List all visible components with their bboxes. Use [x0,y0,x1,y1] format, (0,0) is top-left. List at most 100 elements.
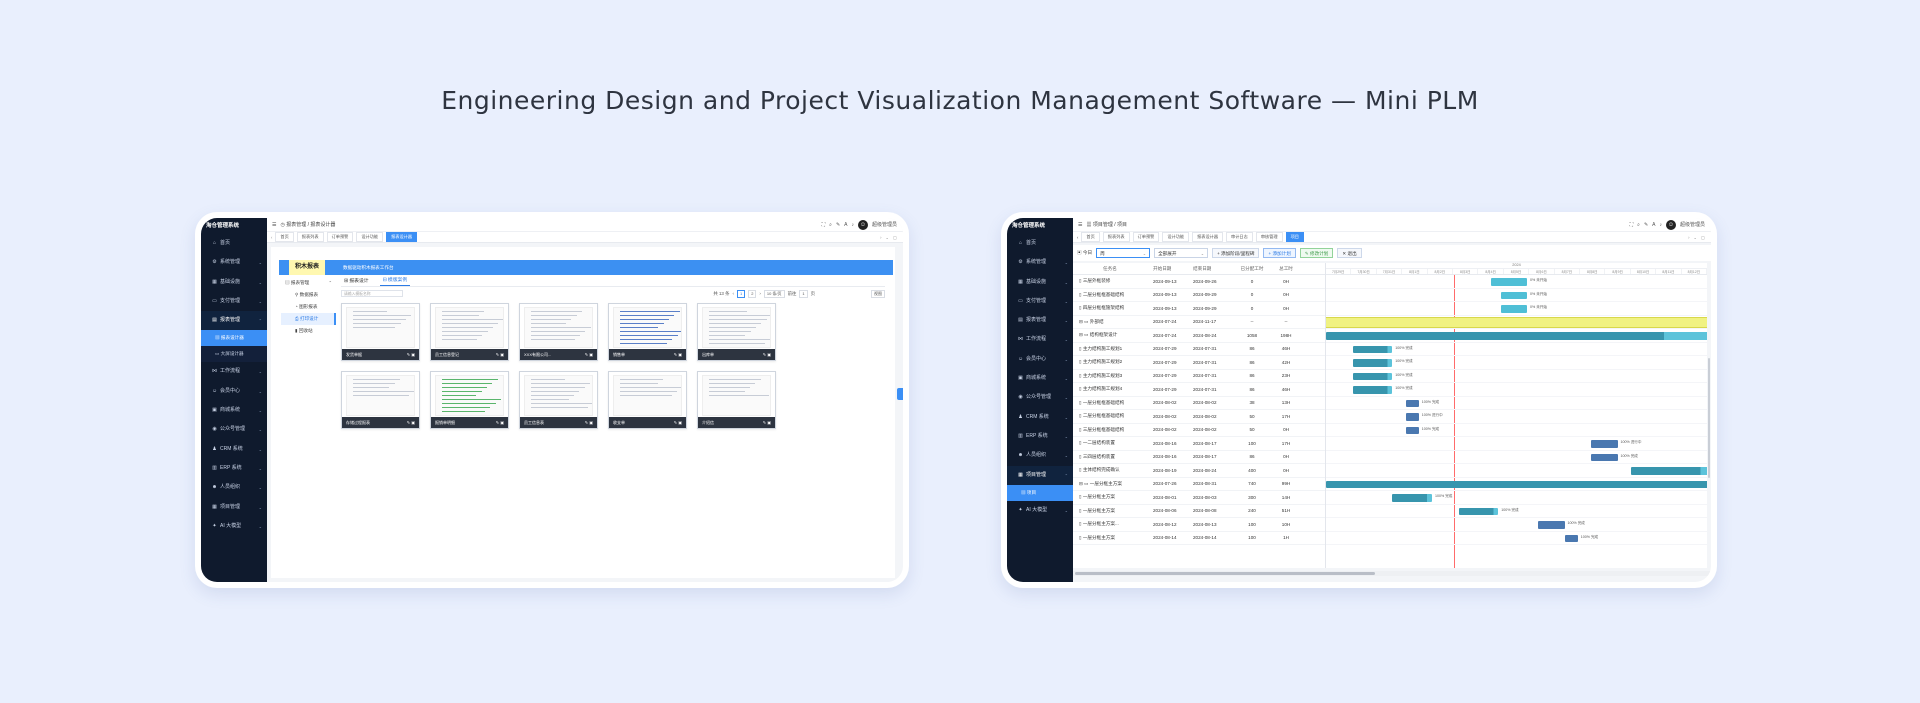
sidebar-item-5-erp[interactable]: ▥ ERP 系统 ⌄ [201,459,267,478]
task-bar[interactable] [1501,305,1527,313]
template-card[interactable]: 员工信息登记 ✎ ▣ [430,303,509,361]
tree-item-chart-report[interactable]: ◔ 图形报表 [281,301,336,313]
tab-report-designer[interactable]: 报表设计器 [386,232,418,242]
add-plan-button[interactable]: + 添加计划 [1263,248,1296,258]
template-actions-icon[interactable]: ✎ ▣ [674,417,682,428]
tab-refresh-icon[interactable]: ▢ [893,235,897,240]
avatar[interactable]: ☺ [857,219,868,230]
exit-button[interactable]: ✕ 退出 [1337,248,1362,258]
sidebar-item-7-shop[interactable]: ▣ 商城系统 ⌄ [1007,369,1073,388]
sidebar-item-8-wechat[interactable]: ◉ 公众号管理 ⌄ [1007,388,1073,407]
task-bar[interactable] [1326,480,1707,488]
task-tree-icon[interactable]: ⊟ ▭ [1079,332,1090,337]
tree-item-data-report[interactable]: ⚲ 数据报表 [281,289,336,301]
sidebar-item-3-card[interactable]: ▭ 支付管理 ⌄ [1007,292,1073,311]
template-card[interactable]: XXX有限公司... ✎ ▣ [519,303,598,361]
task-bar[interactable] [1630,467,1707,475]
page-1[interactable]: 1 [736,289,746,298]
col-total-hours[interactable]: 总工时 [1271,266,1301,272]
sidebar-item-3-wechat[interactable]: ◉ 公众号管理 ⌄ [201,420,267,439]
fullscreen-icon[interactable]: ⛶ [1630,222,1634,228]
tab-template-cases[interactable]: ⊟ 模版案例 [379,276,411,286]
sidebar-subitem-report-designer[interactable]: ▦ 报表设计器 [201,330,267,347]
sidebar-item-2-grid[interactable]: ▦ 基础设施 ⌄ [201,273,267,292]
sidebar-item-10-erp[interactable]: ▥ ERP 系统 ⌄ [1007,427,1073,446]
template-actions-icon[interactable]: ✎ ▣ [496,417,504,428]
tab-order-alert[interactable]: 订单预警 [326,232,354,242]
tab-report-list[interactable]: 报表列表 [296,232,324,242]
bell-icon[interactable]: ♪ [1659,222,1662,228]
task-row[interactable]: ▯ 主力结构施工规划3 2024-07-29 2024-07-31 86 23H [1073,370,1325,383]
task-row[interactable]: ▯ 一层分框主方案 2024-08-01 2024-08-03 300 14H [1073,491,1325,505]
tab-home[interactable]: 首页 [275,232,294,242]
task-bar[interactable] [1405,426,1419,434]
tab-menu-icon[interactable]: ⌄ [1694,235,1698,240]
col-start-date[interactable]: 开始日期 [1153,266,1193,272]
col-assigned-hours[interactable]: 已分配工时 [1233,266,1271,272]
tab-7[interactable]: 项目 [1285,232,1304,242]
github-icon[interactable]: ✎ [1644,222,1648,228]
goto-input[interactable]: 1 [799,289,808,298]
tab-2[interactable]: 订单预警 [1132,232,1160,242]
horizontal-scrollbar[interactable] [1073,571,1711,576]
task-tree-icon[interactable]: ⊟ ▭ [1079,481,1090,486]
task-row[interactable]: ▯ 三四层结构装置 2024-08-16 2024-08-17 86 0H [1073,451,1325,464]
template-actions-icon[interactable]: ✎ ▣ [407,417,415,428]
tab-3[interactable]: 设计功能 [1162,232,1190,242]
template-card[interactable]: 报销单明细 ✎ ▣ [430,371,509,429]
sidebar-item-11-people[interactable]: ☻ 人员组织 ⌄ [1007,446,1073,465]
page-size-select[interactable]: 10 条/页 [763,289,785,298]
sidebar-subitem-project[interactable]: ▦ 项目 [1007,484,1073,501]
prev-page-icon[interactable]: ‹ [732,291,733,296]
sidebar-subitem-screen-designer[interactable]: ▭ 大屏设计器 [201,346,267,363]
sidebar-item-1-user[interactable]: ☺ 会员中心 ⌄ [201,382,267,401]
template-card[interactable]: 销售单 ✎ ▣ [608,303,687,361]
tab-6[interactable]: 审核管理 [1255,232,1283,242]
template-actions-icon[interactable]: ✎ ▣ [763,417,771,428]
template-card[interactable]: 存储过程报表 ✎ ▣ [341,371,420,429]
sidebar-item-2-grid[interactable]: ▦ 基础设施 ⌄ [1007,273,1073,292]
task-row[interactable]: ▯ 主力结构施工规划2 2024-07-29 2024-07-31 86 42H [1073,356,1325,370]
time-scale-select[interactable]: 周 ⌄ [1096,248,1151,258]
task-row[interactable]: ▯ 一层分框框基础结构 2024-08-02 2024-08-02 38 13H [1073,397,1325,410]
update-plan-button[interactable]: ✎ 修改计划 [1299,248,1334,258]
tab-1[interactable]: 报表列表 [1102,232,1130,242]
tree-item-print-design[interactable]: ⎙ 打印设计 [281,313,336,325]
template-search-input[interactable]: 请输入模板名称 [341,290,403,297]
sidebar-item-7-project[interactable]: ▦ 项目管理 ⌄ [201,498,267,517]
translate-icon[interactable]: A [1652,222,1655,228]
sidebar-item-9-crm[interactable]: ♟ CRM 系统 ⌄ [1007,408,1073,427]
tab-design[interactable]: 设计功能 [356,232,384,242]
task-row[interactable]: ▯ 三层外框装修 2024-09-13 2024-09-26 0 0H [1073,275,1325,289]
task-bar[interactable] [1352,345,1393,353]
tab-refresh-icon[interactable]: ▢ [1701,235,1705,240]
template-actions-icon[interactable]: ✎ ▣ [763,349,771,360]
task-row[interactable]: ▯ 一二层结构装置 2024-08-16 2024-08-17 100 17H [1073,437,1325,451]
template-actions-icon[interactable]: ✎ ▣ [407,349,415,360]
tree-item-recycle-bin[interactable]: ▮ 回收站 [281,325,336,337]
sidebar-item-12-project[interactable]: ▦ 项目管理 ⌃ [1007,465,1073,485]
menu-toggle-icon[interactable]: ☰ [1078,222,1082,228]
task-row[interactable]: ▯ 主力结构施工规划4 2024-07-29 2024-07-31 86 46H [1073,383,1325,397]
task-row[interactable]: ▯ 二层分框框基础结构 2024-08-02 2024-08-02 50 17H [1073,410,1325,424]
task-row[interactable]: ▯ 一层分框主方案... 2024-08-12 2024-08-13 100 10H [1073,518,1325,532]
sidebar-item-1-gear[interactable]: ⚙ 系统管理 ⌄ [1007,253,1073,272]
sidebar-item-0-ai[interactable]: ✦ AI 大模型 ⌄ [1007,501,1073,520]
task-row[interactable]: ⊟ ▭ 一层分框主方案 2024-07-26 2024-08-31 740 99H [1073,478,1325,491]
sidebar-item-4-report[interactable]: ▤ 报表管理 ⌄ [1007,311,1073,330]
fullscreen-icon[interactable]: ⛶ [822,222,826,228]
template-card[interactable]: 员工信息表 ✎ ▣ [519,371,598,429]
translate-icon[interactable]: A [844,222,847,228]
sidebar-item-2-shop[interactable]: ▣ 商城系统 ⌄ [201,401,267,420]
sidebar-item-3-card[interactable]: ▭ 支付管理 ⌄ [201,292,267,311]
tab-menu-icon[interactable]: ⌄ [886,235,890,240]
template-card[interactable]: 发货单据 ✎ ▣ [341,303,420,361]
sidebar-item-0-flow[interactable]: ⋈ 工作流程 ⌄ [201,362,267,381]
view-select[interactable]: 视图 [871,289,885,298]
bell-icon[interactable]: ♪ [851,222,854,228]
sidebar-item-5-flow[interactable]: ⋈ 工作流程 ⌄ [1007,330,1073,349]
task-row[interactable]: ▯ 主力结构施工规划1 2024-07-29 2024-07-31 86 46H [1073,343,1325,356]
sidebar-item-8-ai[interactable]: ✦ AI 大模型 ⌄ [201,517,267,536]
task-bar[interactable] [1405,413,1419,421]
task-bar[interactable] [1458,507,1499,515]
